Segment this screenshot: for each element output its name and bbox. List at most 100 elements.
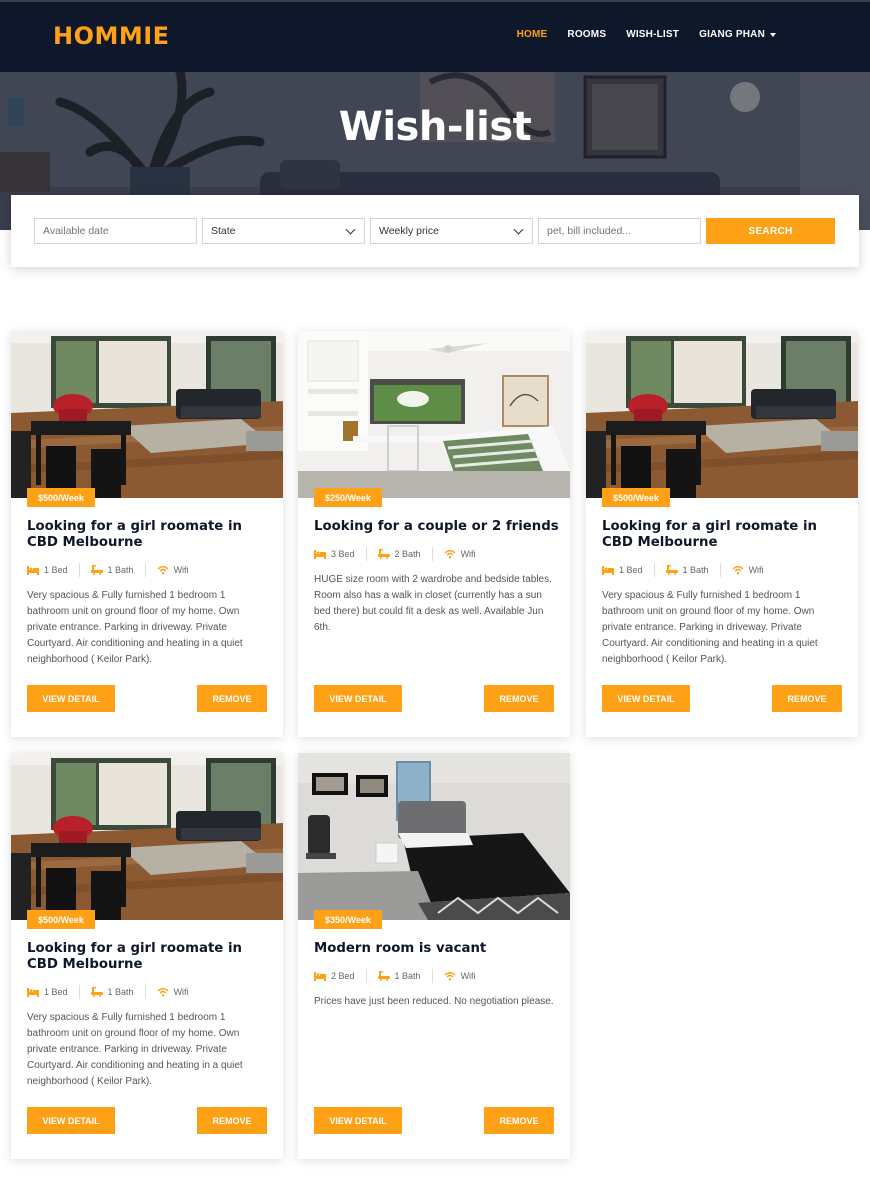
room-card: $250/Week Looking for a couple or 2 frie…: [298, 331, 570, 737]
bath-label: 1 Bath: [682, 565, 709, 575]
bath-icon: [665, 565, 678, 575]
room-title[interactable]: Modern room is vacant: [314, 941, 559, 957]
room-features: 2 Bed 1 Bath Wifi: [314, 969, 498, 983]
nav-menu: HOME ROOMS WISH-LIST GIANG PHAN: [517, 29, 776, 40]
remove-button[interactable]: REMOVE: [197, 1107, 267, 1134]
nav-item-rooms[interactable]: ROOMS: [567, 29, 606, 40]
available-date-placeholder: Available date: [43, 225, 109, 237]
wifi-label: Wifi: [460, 549, 476, 559]
bed-count: 2 Bed: [314, 969, 367, 983]
room-photo[interactable]: [586, 331, 858, 498]
room-features: 1 Bed 1 Bath Wifi: [27, 563, 211, 577]
chevron-down-icon: [345, 224, 356, 234]
bed-label: 3 Bed: [331, 549, 355, 559]
keyword-placeholder: pet, bill included...: [547, 225, 632, 237]
bed-icon: [27, 987, 39, 997]
state-select[interactable]: State: [202, 218, 365, 244]
view-detail-button[interactable]: VIEW DETAIL: [314, 685, 402, 712]
nav-item-home[interactable]: HOME: [517, 29, 548, 40]
remove-button[interactable]: REMOVE: [197, 685, 267, 712]
state-select-value: State: [211, 225, 236, 237]
bed-count: 1 Bed: [602, 563, 655, 577]
room-title[interactable]: Looking for a girl roomate in CBD Melbou…: [27, 941, 272, 973]
bath-icon: [90, 987, 103, 997]
room-photo[interactable]: [298, 753, 570, 920]
bed-label: 1 Bed: [619, 565, 643, 575]
room-photo[interactable]: [11, 331, 283, 498]
room-title[interactable]: Looking for a couple or 2 friends: [314, 519, 559, 535]
wifi-label: Wifi: [460, 971, 476, 981]
user-name: GIANG PHAN: [699, 29, 765, 40]
room-image: [298, 753, 570, 920]
room-title[interactable]: Looking for a girl roomate in CBD Melbou…: [602, 519, 847, 551]
price-badge: $250/Week: [314, 488, 382, 507]
remove-button[interactable]: REMOVE: [772, 685, 842, 712]
room-features: 3 Bed 2 Bath Wifi: [314, 547, 498, 561]
navbar: HOMMIE HOME ROOMS WISH-LIST GIANG PHAN: [0, 0, 870, 72]
bath-icon: [377, 971, 390, 981]
view-detail-button[interactable]: VIEW DETAIL: [27, 685, 115, 712]
bed-label: 1 Bed: [44, 987, 68, 997]
bath-count: 1 Bath: [665, 563, 721, 577]
available-date-input[interactable]: Available date: [34, 218, 197, 244]
bed-icon: [27, 565, 39, 575]
wifi-icon: [444, 550, 456, 559]
nav-item-user-menu[interactable]: GIANG PHAN: [699, 29, 776, 40]
bath-count: 1 Bath: [377, 969, 433, 983]
view-detail-button[interactable]: VIEW DETAIL: [602, 685, 690, 712]
bath-label: 1 Bath: [394, 971, 421, 981]
remove-button[interactable]: REMOVE: [484, 1107, 554, 1134]
room-photo[interactable]: [11, 753, 283, 920]
wifi-label: Wifi: [748, 565, 764, 575]
keyword-input[interactable]: pet, bill included...: [538, 218, 701, 244]
room-card: $500/Week Looking for a girl roomate in …: [586, 331, 858, 737]
price-badge: $500/Week: [602, 488, 670, 507]
bed-count: 3 Bed: [314, 547, 367, 561]
wifi-feature: Wifi: [157, 985, 200, 999]
bed-icon: [314, 971, 326, 981]
bath-count: 2 Bath: [377, 547, 433, 561]
page-title: Wish-list: [338, 104, 532, 150]
room-description: HUGE size room with 2 wardrobe and bedsi…: [314, 574, 552, 633]
bed-label: 2 Bed: [331, 971, 355, 981]
view-detail-button[interactable]: VIEW DETAIL: [27, 1107, 115, 1134]
wifi-icon: [444, 972, 456, 981]
room-image: [298, 331, 570, 498]
room-image: [586, 331, 858, 498]
bath-icon: [90, 565, 103, 575]
wifi-icon: [732, 566, 744, 575]
wifi-feature: Wifi: [157, 563, 200, 577]
room-description: Very spacious & Fully furnished 1 bedroo…: [602, 590, 818, 665]
wifi-feature: Wifi: [444, 547, 487, 561]
price-badge: $350/Week: [314, 910, 382, 929]
chevron-down-icon: [513, 224, 524, 234]
room-description: Prices have just been reduced. No negoti…: [314, 996, 554, 1007]
brand-logo[interactable]: HOMMIE: [53, 22, 170, 50]
remove-button[interactable]: REMOVE: [484, 685, 554, 712]
wifi-label: Wifi: [173, 987, 189, 997]
room-features: 1 Bed 1 Bath Wifi: [27, 985, 211, 999]
bath-count: 1 Bath: [90, 985, 146, 999]
room-title[interactable]: Looking for a girl roomate in CBD Melbou…: [27, 519, 272, 551]
price-badge: $500/Week: [27, 488, 95, 507]
view-detail-button[interactable]: VIEW DETAIL: [314, 1107, 402, 1134]
search-button[interactable]: SEARCH: [706, 218, 835, 244]
room-description: Very spacious & Fully furnished 1 bedroo…: [27, 1012, 243, 1087]
room-card: $350/Week Modern room is vacant 2 Bed 1 …: [298, 753, 570, 1159]
bath-label: 1 Bath: [107, 565, 134, 575]
room-image: [11, 331, 283, 498]
room-card: $500/Week Looking for a girl roomate in …: [11, 753, 283, 1159]
bed-count: 1 Bed: [27, 563, 80, 577]
wifi-icon: [157, 566, 169, 575]
bed-label: 1 Bed: [44, 565, 68, 575]
wifi-feature: Wifi: [444, 969, 487, 983]
wifi-label: Wifi: [173, 565, 189, 575]
bath-label: 1 Bath: [107, 987, 134, 997]
nav-item-wish-list[interactable]: WISH-LIST: [626, 29, 679, 40]
bed-icon: [314, 549, 326, 559]
bed-count: 1 Bed: [27, 985, 80, 999]
room-description: Very spacious & Fully furnished 1 bedroo…: [27, 590, 243, 665]
room-photo[interactable]: [298, 331, 570, 498]
wifi-icon: [157, 988, 169, 997]
weekly-price-select[interactable]: Weekly price: [370, 218, 533, 244]
